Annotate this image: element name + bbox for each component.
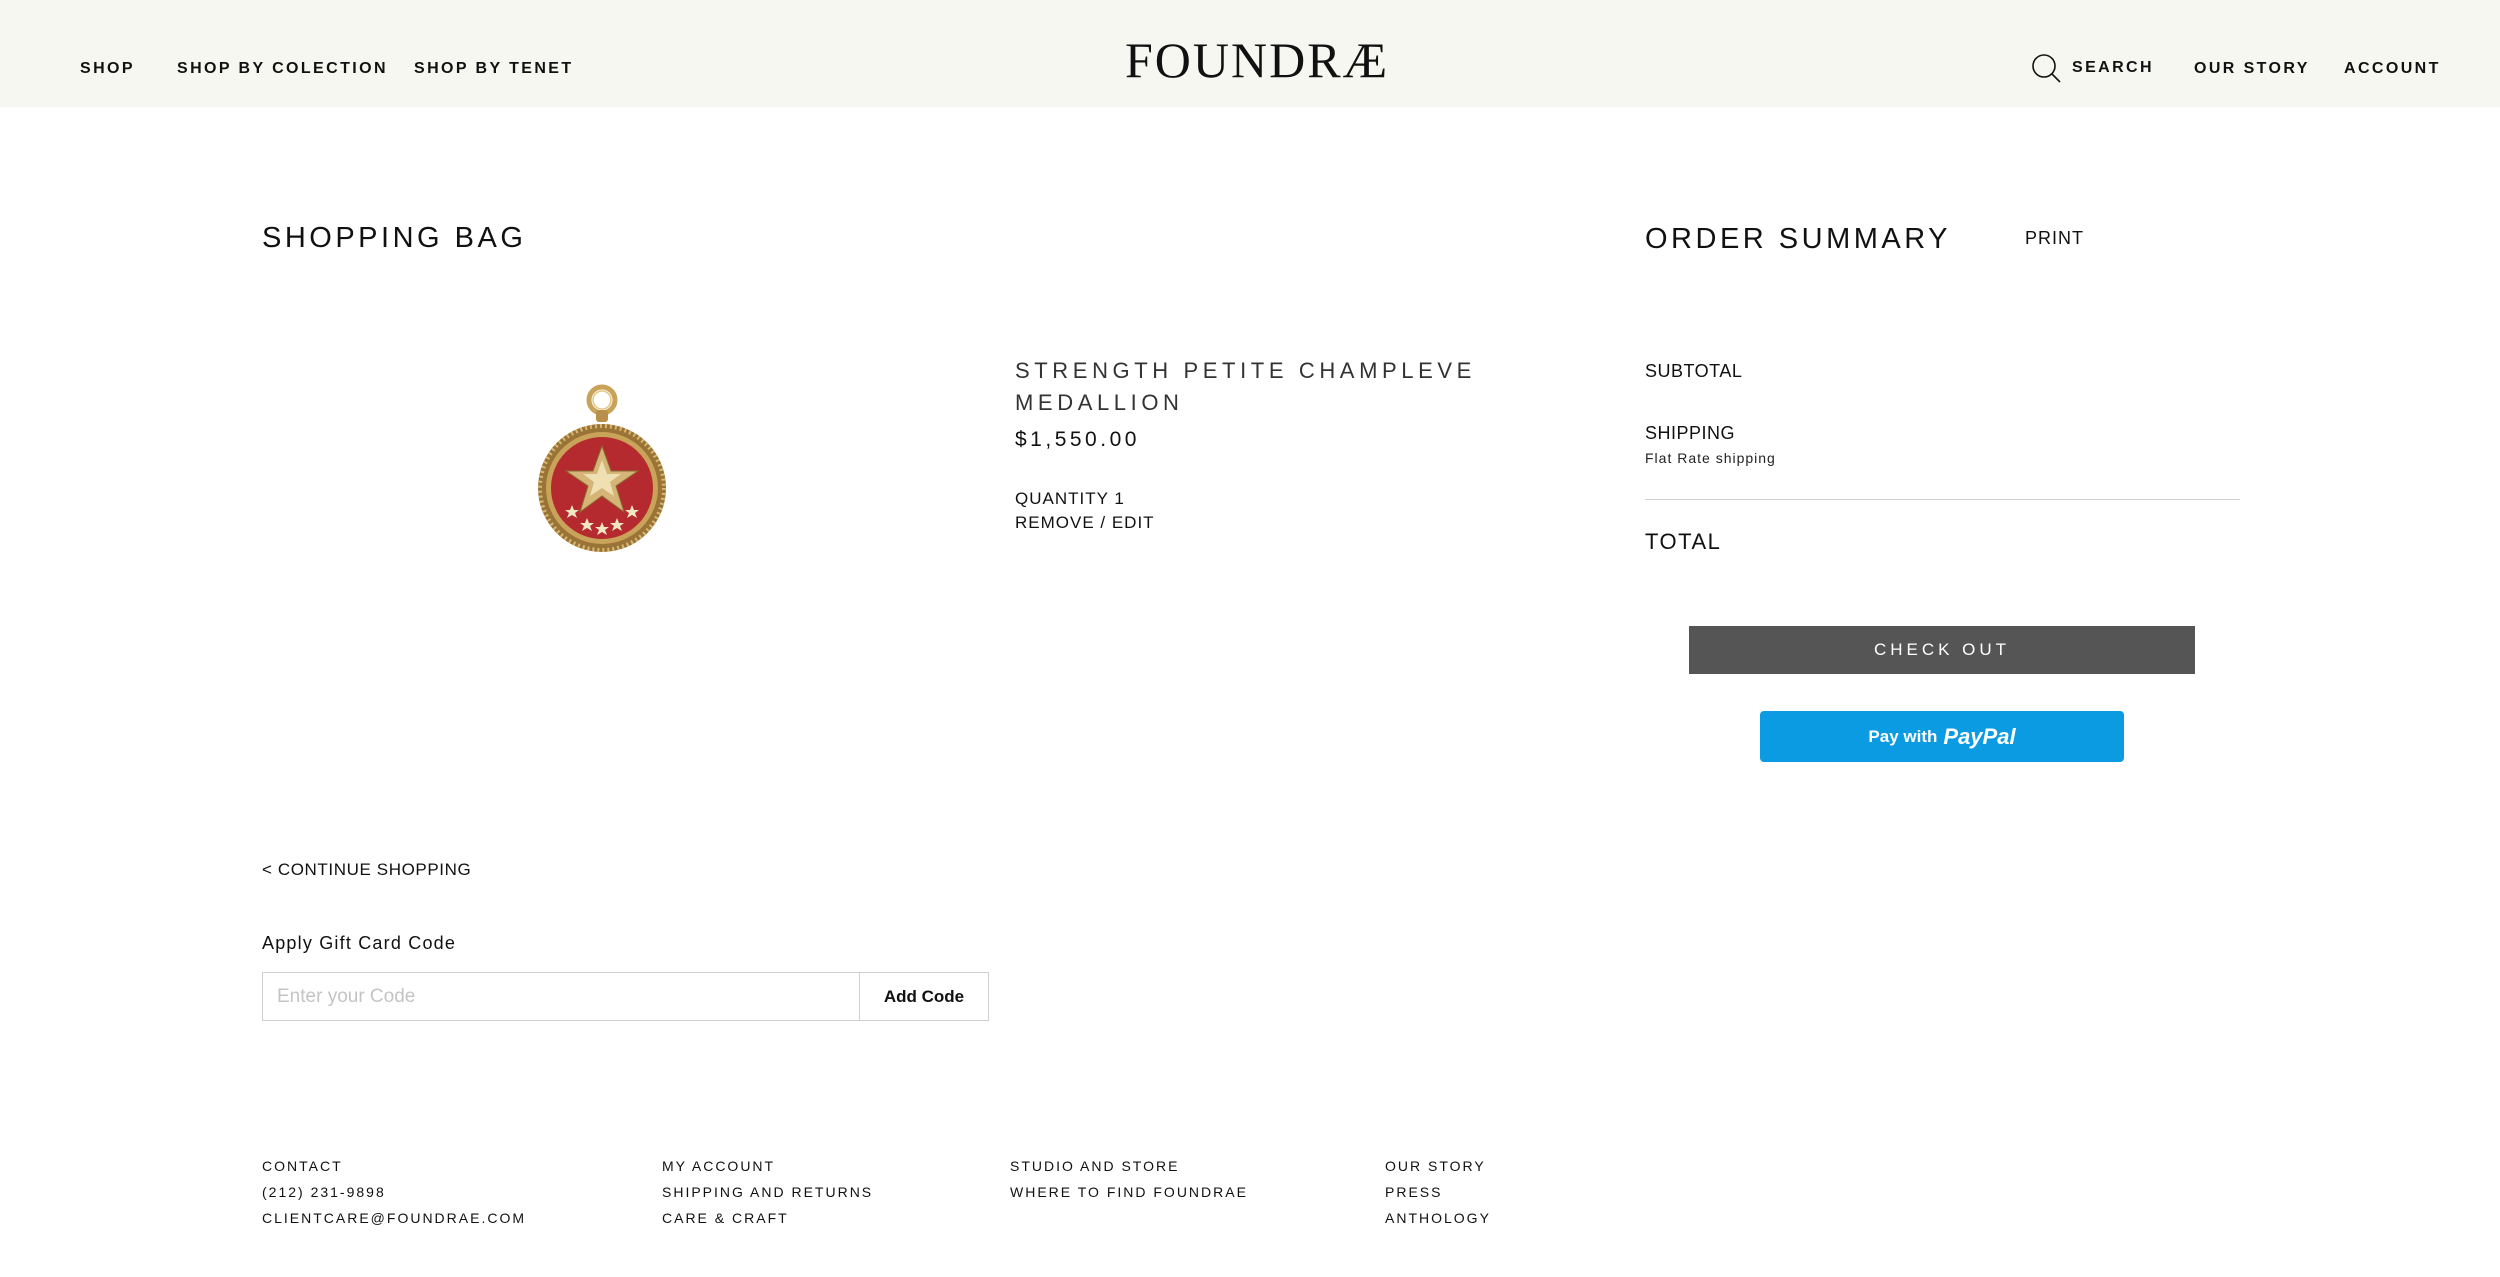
print-link[interactable]: PRINT [2025,228,2084,249]
footer-my-account-link[interactable]: MY ACCOUNT [662,1158,775,1174]
nav-our-story[interactable]: OUR STORY [2194,60,2310,78]
subtotal-label: SUBTOTAL [1645,361,1743,381]
footer-studio-store-link[interactable]: STUDIO AND STORE [1010,1158,1179,1174]
product-price: $1,550.00 [1015,428,1140,451]
footer-contact-heading: CONTACT [262,1158,343,1174]
footer-email-link[interactable]: CLIENTCARE@FOUNDRAE.COM [262,1210,526,1226]
nav-shop-by-collection[interactable]: SHOP BY COLECTION [177,60,388,78]
shipping-method: Flat Rate shipping [1645,450,1776,466]
footer-press-link[interactable]: PRESS [1385,1184,1442,1200]
remove-edit-link[interactable]: REMOVE / EDIT [1015,513,1155,533]
shopping-bag-title: SHOPPING BAG [262,222,527,254]
footer-anthology-link[interactable]: ANTHOLOGY [1385,1210,1491,1226]
total-label: TOTAL [1645,529,1722,554]
shipping-label: SHIPPING [1645,423,1736,443]
checkout-button[interactable]: CHECK OUT [1689,626,2195,674]
gift-card-label: Apply Gift Card Code [262,933,457,953]
paypal-button[interactable]: Pay with PayPal [1760,711,2124,762]
paypal-prefix: Pay with [1868,726,1938,746]
search-icon [2032,54,2061,83]
top-header: SHOP SHOP BY COLECTION SHOP BY TENET FOU… [0,0,2500,107]
footer-care-craft-link[interactable]: CARE & CRAFT [662,1210,789,1226]
add-code-button[interactable]: Add Code [859,972,989,1021]
product-quantity: QUANTITY 1 [1015,489,1125,508]
footer-phone-link[interactable]: (212) 231-9898 [262,1184,386,1200]
footer-our-story-link[interactable]: OUR STORY [1385,1158,1486,1174]
search-button[interactable]: SEARCH [2030,52,2154,84]
search-label: SEARCH [2072,59,2154,76]
footer-where-to-find-link[interactable]: WHERE TO FIND FOUNDRAE [1010,1184,1248,1200]
product-image[interactable] [260,340,940,820]
nav-shop-by-tenet[interactable]: SHOP BY TENET [414,60,574,78]
paypal-logo: PayPal [1943,723,2016,749]
nav-shop[interactable]: SHOP [80,60,135,78]
continue-shopping-link[interactable]: < CONTINUE SHOPPING [262,860,471,880]
nav-account[interactable]: ACCOUNT [2344,60,2441,78]
footer-shipping-returns-link[interactable]: SHIPPING AND RETURNS [662,1184,873,1200]
medallion-image-icon [538,384,666,552]
gift-card-code-input[interactable] [262,972,859,1021]
site-logo[interactable]: FOUNDRÆ [1125,30,1387,90]
product-name[interactable]: STRENGTH PETITE CHAMPLEVE MEDALLION [1015,355,1575,419]
summary-divider [1645,499,2240,500]
order-summary-title: ORDER SUMMARY [1645,223,1951,255]
